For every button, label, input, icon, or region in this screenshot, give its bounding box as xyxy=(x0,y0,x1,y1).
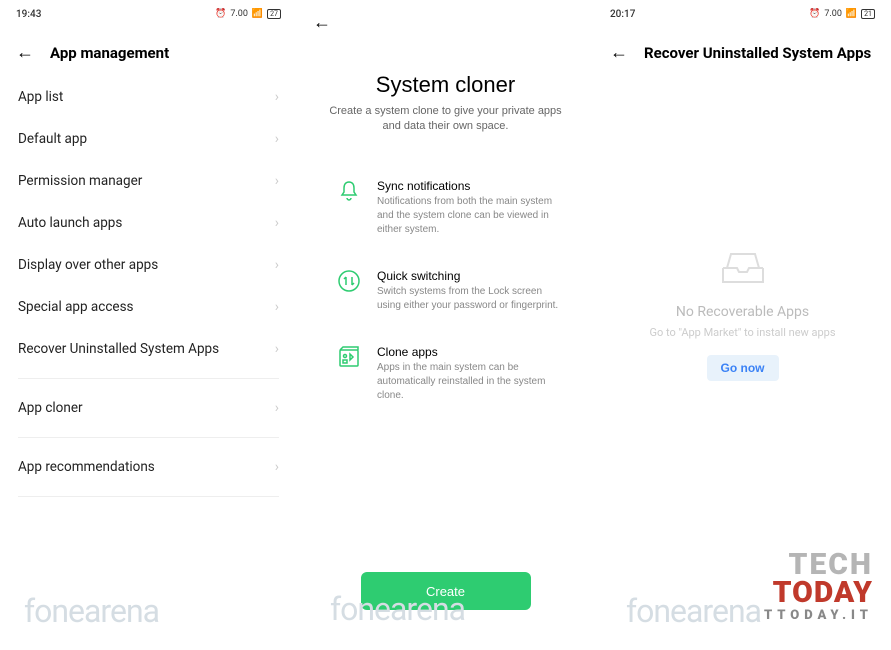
feature-text: Quick switching Switch systems from the L… xyxy=(377,269,564,313)
list-group-1: App list › Default app › Permission manager ›… xyxy=(0,76,297,370)
back-arrow-icon[interactable]: ← xyxy=(610,44,628,62)
status-time: 19:43 xyxy=(16,9,41,20)
feature-desc: Apps in the main system can be automatic… xyxy=(377,361,564,403)
status-icons: ⏰ 7.00 📶 21 xyxy=(809,9,875,19)
chevron-right-icon: › xyxy=(275,89,279,105)
feature-text: Clone apps Apps in the main system can be… xyxy=(377,345,564,403)
list-item-label: Special app access xyxy=(18,299,134,315)
list-item-label: App list xyxy=(18,89,63,105)
back-arrow-icon[interactable]: ← xyxy=(313,14,331,32)
feature-desc: Switch systems from the Lock screen usin… xyxy=(377,285,564,313)
signal-icon: 📶 xyxy=(846,9,857,19)
alarm-icon: ⏰ xyxy=(215,9,226,19)
feature-item: Sync notifications Notifications from bot… xyxy=(297,179,594,237)
chevron-right-icon: › xyxy=(275,400,279,416)
apps-icon xyxy=(337,345,361,369)
list-item[interactable]: Recover Uninstalled System Apps › xyxy=(0,328,297,370)
list-group-2: App cloner › xyxy=(0,387,297,429)
chevron-right-icon: › xyxy=(275,341,279,357)
status-time: 20:17 xyxy=(610,9,635,20)
chevron-right-icon: › xyxy=(275,215,279,231)
page-title: System cloner xyxy=(297,72,594,98)
signal-icon: 📶 xyxy=(252,9,263,19)
chevron-right-icon: › xyxy=(275,459,279,475)
chevron-right-icon: › xyxy=(275,131,279,147)
list-item-label: App recommendations xyxy=(18,459,155,475)
status-bar: 20:17 ⏰ 7.00 📶 21 xyxy=(594,4,891,24)
feature-item: Clone apps Apps in the main system can be… xyxy=(297,345,594,403)
divider xyxy=(18,437,279,438)
page-subtitle: Create a system clone to give your priva… xyxy=(297,98,594,135)
empty-title: No Recoverable Apps xyxy=(676,304,809,320)
page-title: Recover Uninstalled System Apps xyxy=(644,44,871,62)
list-group-3: App recommendations › xyxy=(0,446,297,488)
list-item[interactable]: Permission manager › xyxy=(0,160,297,202)
network-icon: 7.00 xyxy=(824,9,842,19)
list-item-label: Recover Uninstalled System Apps xyxy=(18,341,219,357)
header: ← xyxy=(297,0,594,46)
list-item[interactable]: Auto launch apps › xyxy=(0,202,297,244)
alarm-icon: ⏰ xyxy=(809,9,820,19)
feature-item: Quick switching Switch systems from the L… xyxy=(297,269,594,313)
screen-app-management: 19:43 ⏰ 7.00 📶 27 ← App management App l… xyxy=(0,0,297,650)
list-item[interactable]: Default app › xyxy=(0,118,297,160)
status-icons: ⏰ 7.00 📶 27 xyxy=(215,9,281,19)
chevron-right-icon: › xyxy=(275,299,279,315)
page-title: App management xyxy=(50,44,169,62)
feature-desc: Notifications from both the main system … xyxy=(377,195,564,237)
list-item[interactable]: Display over other apps › xyxy=(0,244,297,286)
empty-subtitle: Go to "App Market" to install new apps xyxy=(649,326,835,339)
list-item-label: Default app xyxy=(18,131,87,147)
feature-title: Clone apps xyxy=(377,345,564,359)
empty-state: No Recoverable Apps Go to "App Market" t… xyxy=(594,246,891,381)
create-button[interactable]: Create xyxy=(361,572,531,610)
list-item[interactable]: App cloner › xyxy=(0,387,297,429)
feature-text: Sync notifications Notifications from bot… xyxy=(377,179,564,237)
bell-icon xyxy=(337,179,361,203)
go-now-button[interactable]: Go now xyxy=(707,355,779,381)
list-item[interactable]: Special app access › xyxy=(0,286,297,328)
screen-recover-apps: 20:17 ⏰ 7.00 📶 21 ← Recover Uninstalled … xyxy=(594,0,891,650)
back-arrow-icon[interactable]: ← xyxy=(16,44,34,62)
switch-icon xyxy=(337,269,361,293)
list-item-label: Permission manager xyxy=(18,173,142,189)
list-item-label: Auto launch apps xyxy=(18,215,122,231)
list-item[interactable]: App recommendations › xyxy=(0,446,297,488)
divider xyxy=(18,378,279,379)
chevron-right-icon: › xyxy=(275,173,279,189)
divider xyxy=(18,496,279,497)
screen-system-cloner: ← System cloner Create a system clone to… xyxy=(297,0,594,650)
list-item-label: Display over other apps xyxy=(18,257,158,273)
list-item[interactable]: App list › xyxy=(0,76,297,118)
network-icon: 7.00 xyxy=(230,9,248,19)
status-bar: 19:43 ⏰ 7.00 📶 27 xyxy=(0,4,297,24)
inbox-icon xyxy=(719,246,767,286)
feature-title: Quick switching xyxy=(377,269,564,283)
feature-list: Sync notifications Notifications from bot… xyxy=(297,135,594,403)
battery-icon: 27 xyxy=(267,9,281,19)
header: ← App management xyxy=(0,24,297,76)
feature-title: Sync notifications xyxy=(377,179,564,193)
chevron-right-icon: › xyxy=(275,257,279,273)
list-item-label: App cloner xyxy=(18,400,83,416)
header: ← Recover Uninstalled System Apps xyxy=(594,24,891,76)
battery-icon: 21 xyxy=(861,9,875,19)
